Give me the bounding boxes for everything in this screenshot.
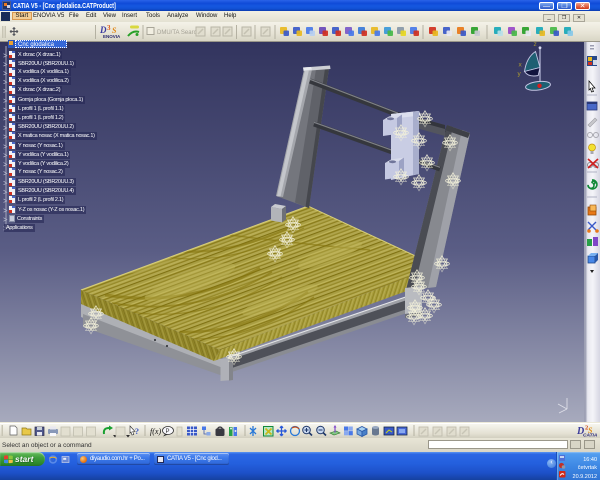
svg-text:?: ? bbox=[135, 427, 139, 436]
svg-text:ENOVIA: ENOVIA bbox=[103, 34, 121, 39]
svg-text:z: z bbox=[534, 41, 537, 48]
svg-text:f(x): f(x) bbox=[150, 427, 161, 436]
svg-text:3: 3 bbox=[107, 24, 111, 32]
svg-text:P: P bbox=[166, 429, 170, 435]
